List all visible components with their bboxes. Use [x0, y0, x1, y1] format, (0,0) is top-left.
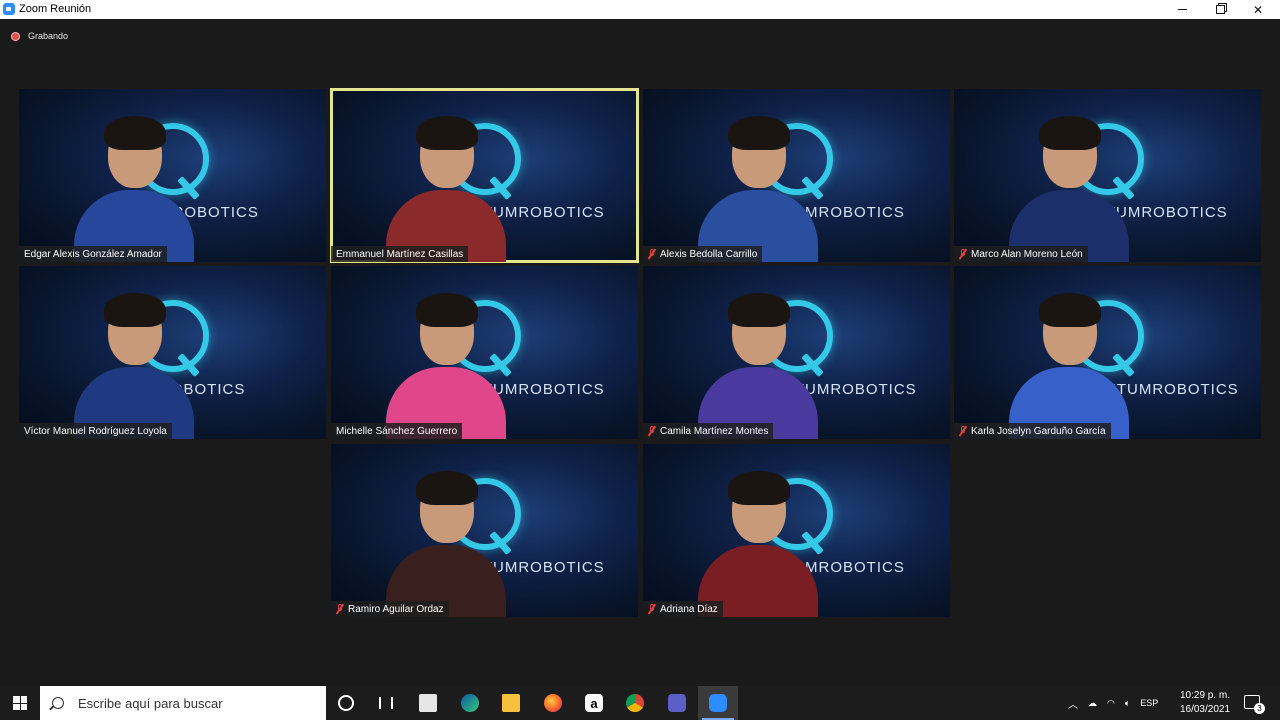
participant-name: Alexis Bedolla Carrillo — [660, 248, 758, 260]
participant-video — [698, 467, 818, 617]
wifi-icon[interactable]: ◠ — [1107, 698, 1115, 709]
participant-name: Karla Joselyn Garduño García — [971, 425, 1106, 437]
participant-nameplate: Karla Joselyn Garduño García — [954, 423, 1111, 439]
file-explorer-icon[interactable] — [499, 691, 523, 715]
participant-nameplate: Víctor Manuel Rodríguez Loyola — [19, 423, 172, 439]
participant-hair — [416, 293, 478, 327]
microphone-muted-icon — [959, 426, 967, 436]
participant-name: Michelle Sánchez Guerrero — [336, 425, 458, 437]
participant-video — [386, 467, 506, 617]
participant-nameplate: Marco Alan Moreno León — [954, 246, 1088, 262]
firefox-icon[interactable] — [541, 691, 565, 715]
start-button[interactable] — [0, 686, 40, 720]
participant-hair — [728, 293, 790, 327]
close-icon: ✕ — [1252, 2, 1264, 17]
participant-name: Adriana Díaz — [660, 603, 718, 615]
store-icon[interactable] — [416, 691, 440, 715]
participant-name: Víctor Manuel Rodríguez Loyola — [24, 425, 167, 437]
video-tile[interactable]: NTUMROBOTICS Ramiro Aguilar Ordaz — [331, 444, 638, 617]
video-tile[interactable]: NTUMROBOTICS Camila Martínez Montes — [643, 266, 950, 439]
video-tile[interactable]: TUMROBOTICS Adriana Díaz — [643, 444, 950, 617]
zoom-taskbar-button[interactable] — [698, 686, 738, 720]
participant-hair — [416, 116, 478, 150]
video-tile[interactable]: TUMROBOTICS Alexis Bedolla Carrillo — [643, 89, 950, 262]
video-tile[interactable]: MROBOTICS Edgar Alexis González Amador — [19, 89, 326, 262]
participant-nameplate: Adriana Díaz — [643, 601, 723, 617]
participant-nameplate: Emmanuel Martínez Casillas — [331, 246, 469, 262]
minimize-icon — [1177, 9, 1187, 10]
participant-video — [698, 112, 818, 262]
participant-hair — [1039, 293, 1101, 327]
language-indicator[interactable]: ESP — [1140, 698, 1158, 708]
participant-video — [698, 289, 818, 439]
cortana-icon[interactable] — [334, 691, 358, 715]
search-placeholder: Escribe aquí para buscar — [78, 695, 223, 711]
minimize-button[interactable] — [1163, 0, 1201, 19]
participant-video — [386, 289, 506, 439]
restore-icon — [1215, 5, 1225, 14]
video-tile[interactable]: NTUMROBOTICS Emmanuel Martínez Casillas — [330, 88, 639, 263]
participant-hair — [1039, 116, 1101, 150]
video-tile[interactable]: NTUMROBOTICS Marco Alan Moreno León — [954, 89, 1261, 262]
edge-icon[interactable] — [458, 691, 482, 715]
microphone-muted-icon — [959, 249, 967, 259]
participant-nameplate: Edgar Alexis González Amador — [19, 246, 167, 262]
windows-icon — [13, 696, 27, 710]
chrome-icon[interactable] — [623, 691, 647, 715]
chevron-up-icon[interactable]: ︿ — [1068, 696, 1078, 711]
recording-indicator[interactable]: Grabando — [11, 30, 68, 42]
microphone-muted-icon — [336, 604, 344, 614]
participant-video — [1009, 289, 1129, 439]
system-tray: ︿ ☁ ◠ 🔈︎ ESP — [1068, 686, 1158, 720]
amazon-icon[interactable]: a — [582, 691, 606, 715]
participant-video — [1009, 112, 1129, 262]
participant-nameplate: Camila Martínez Montes — [643, 423, 774, 439]
participant-name: Edgar Alexis González Amador — [24, 248, 162, 260]
window-title: Zoom Reunión — [19, 3, 92, 15]
participant-name: Ramiro Aguilar Ordaz — [348, 603, 444, 615]
participant-video — [74, 112, 194, 262]
microphone-muted-icon — [648, 604, 656, 614]
participant-nameplate: Ramiro Aguilar Ordaz — [331, 601, 449, 617]
video-tile[interactable]: ANTUMROBOTICS Karla Joselyn Garduño Garcí… — [954, 266, 1261, 439]
microphone-muted-icon — [648, 249, 656, 259]
participant-nameplate: Alexis Bedolla Carrillo — [643, 246, 763, 262]
participant-hair — [104, 293, 166, 327]
zoom-app-icon — [3, 3, 15, 15]
windows-taskbar: Escribe aquí para buscar a ︿ ☁ ◠ 🔈︎ ESP — [0, 686, 1280, 720]
participant-name: Camila Martínez Montes — [660, 425, 769, 437]
close-button[interactable]: ✕ — [1239, 0, 1277, 19]
taskbar-search-box[interactable]: Escribe aquí para buscar — [40, 686, 326, 720]
task-view-icon[interactable] — [374, 691, 398, 715]
video-tile[interactable]: NTUMROBOTICS Michelle Sánchez Guerrero — [331, 266, 638, 439]
teams-icon[interactable] — [665, 691, 689, 715]
participant-hair — [728, 116, 790, 150]
taskbar-clock[interactable]: 10:29 p. m. 16/03/2021 — [1172, 689, 1238, 717]
clock-date: 16/03/2021 — [1179, 704, 1231, 715]
recording-label: Grabando — [28, 31, 69, 41]
microphone-muted-icon — [648, 426, 656, 436]
participant-video — [74, 289, 194, 439]
search-icon — [52, 697, 64, 709]
notification-badge: 3 — [1254, 703, 1265, 714]
maximize-button[interactable] — [1201, 0, 1239, 19]
participant-video — [386, 112, 506, 262]
volume-icon[interactable]: 🔈︎ — [1125, 698, 1130, 709]
clock-time: 10:29 p. m. — [1179, 690, 1231, 701]
video-tile[interactable]: ROBOTICS Víctor Manuel Rodríguez Loyola — [19, 266, 326, 439]
participant-name: Marco Alan Moreno León — [971, 248, 1083, 260]
notification-icon[interactable]: 3 — [1244, 695, 1265, 714]
recording-icon — [11, 31, 20, 41]
zoom-icon — [706, 691, 730, 715]
participant-hair — [728, 471, 790, 505]
participant-hair — [416, 471, 478, 505]
participant-name: Emmanuel Martínez Casillas — [336, 248, 464, 260]
participant-nameplate: Michelle Sánchez Guerrero — [331, 423, 463, 439]
window-title-bar: Zoom Reunión ✕ — [0, 0, 1280, 19]
participant-hair — [104, 116, 166, 150]
cloud-icon[interactable]: ☁ — [1088, 698, 1097, 709]
